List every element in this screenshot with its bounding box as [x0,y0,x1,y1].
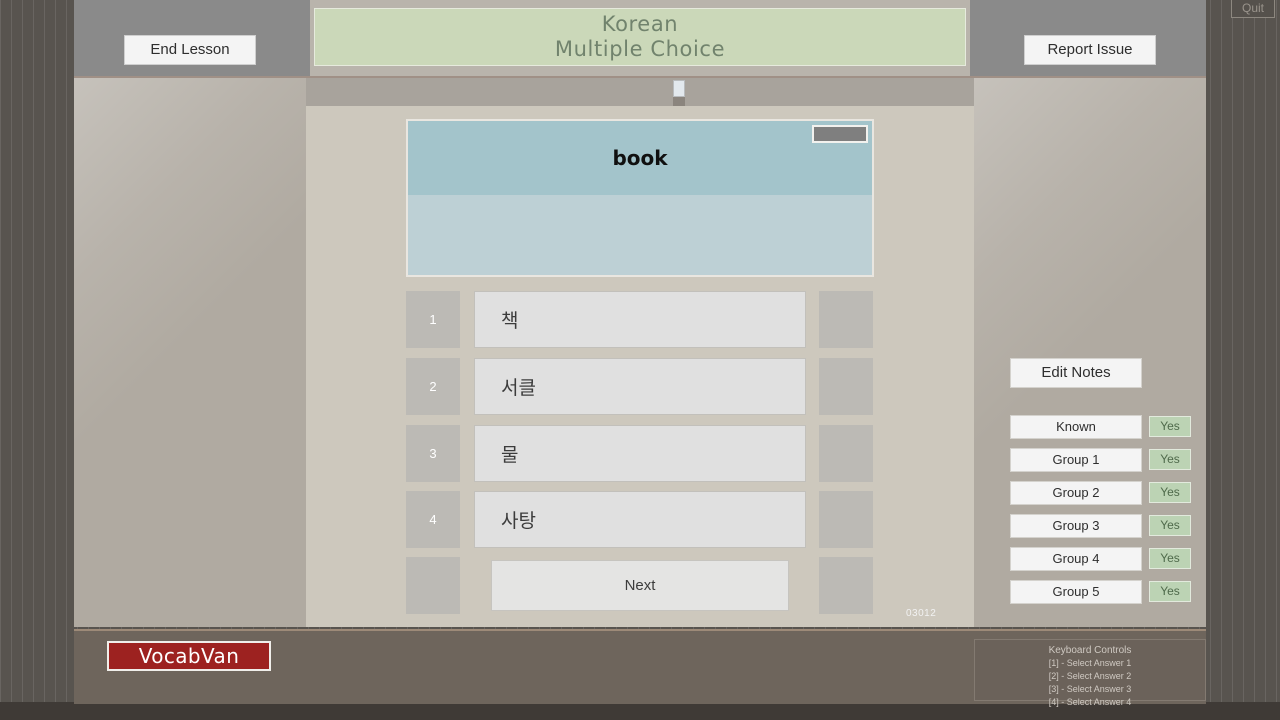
answer-option-1-text: 책 [501,310,519,332]
group-row-4: Group 4 Yes [1010,547,1191,571]
group-state-3[interactable]: Yes [1149,515,1191,536]
answer-option-2-text: 서클 [501,377,536,399]
footer-bar: VocabVan Keyboard Controls [1] - Select … [74,629,1206,707]
app-logo[interactable]: VocabVan [107,641,271,671]
group-state-2[interactable]: Yes [1149,482,1191,503]
keyboard-shortcut-4: [4] - Select Answer 4 [1048,697,1132,707]
answer-row-3: 3 물 [306,425,974,482]
group-button-1[interactable]: Group 1 [1010,448,1142,472]
group-button-3[interactable]: Group 3 [1010,514,1142,538]
group-state-2-label: Yes [1160,485,1180,499]
answer-number-4-label: 4 [429,512,437,527]
keyboard-controls-panel: Keyboard Controls [1] - Select Answer 1 … [974,639,1206,707]
keyboard-shortcut-1: [1] - Select Answer 1 [1048,658,1132,668]
answer-number-2: 2 [406,358,460,415]
next-row-right-box [819,557,873,614]
card-id-label: 03012 [906,608,937,619]
answer-option-4[interactable]: 사탕 [474,491,806,548]
group-state-known-label: Yes [1160,419,1180,433]
group-state-1-label: Yes [1160,452,1180,466]
group-button-5-label: Group 5 [1052,584,1100,599]
group-button-4[interactable]: Group 4 [1010,547,1142,571]
answer-option-2[interactable]: 서클 [474,358,806,415]
group-row-3: Group 3 Yes [1010,514,1191,538]
answer-row-1: 1 책 [306,291,974,348]
quit-button[interactable]: Quit [1231,0,1275,18]
prompt-card-top: book [408,121,872,195]
answer-option-4-text: 사탕 [501,510,536,532]
answer-option-3[interactable]: 물 [474,425,806,482]
next-button-label: Next [624,577,656,594]
left-side-panel [74,78,306,627]
answer-side-box-1 [819,291,873,348]
group-button-1-label: Group 1 [1052,452,1100,467]
answer-option-1[interactable]: 책 [474,291,806,348]
group-row-known: Known Yes [1010,415,1191,439]
group-state-known[interactable]: Yes [1149,416,1191,437]
answer-number-3-label: 3 [429,446,437,461]
app-logo-label: VocabVan [138,644,240,668]
answer-number-1-label: 1 [429,312,437,327]
audio-play-button[interactable] [812,125,868,143]
group-state-5-label: Yes [1160,584,1180,598]
group-button-2[interactable]: Group 2 [1010,481,1142,505]
group-button-known[interactable]: Known [1010,415,1142,439]
keyboard-controls-title: Keyboard Controls [1048,645,1132,656]
answer-number-2-label: 2 [429,379,437,394]
edit-notes-label: Edit Notes [1041,364,1111,381]
group-state-4-label: Yes [1160,551,1180,565]
keyboard-shortcut-3: [3] - Select Answer 3 [1048,684,1132,694]
answer-row-2: 2 서클 [306,358,974,415]
header-center-panel: Korean Multiple Choice [310,0,970,76]
report-issue-label: Report Issue [1047,41,1133,58]
group-state-4[interactable]: Yes [1149,548,1191,569]
answer-side-box-3 [819,425,873,482]
answer-side-box-2 [819,358,873,415]
prompt-card: book [406,119,874,277]
report-issue-button[interactable]: Report Issue [1024,35,1156,65]
lesson-content-panel: book 1 책 2 서클 3 물 4 사탕 Next 03012 [306,78,974,627]
lesson-title-language: Korean [601,12,679,36]
group-state-3-label: Yes [1160,518,1180,532]
answer-option-3-text: 물 [501,444,519,466]
end-lesson-label: End Lesson [150,41,230,58]
progress-handle-shadow [673,97,685,106]
prompt-card-bottom [408,195,872,275]
answer-number-1: 1 [406,291,460,348]
next-row-left-box [406,557,460,614]
answer-row-4: 4 사탕 [306,491,974,548]
next-button[interactable]: Next [491,560,789,611]
group-button-5[interactable]: Group 5 [1010,580,1142,604]
lesson-progress-bar[interactable] [306,78,974,106]
right-side-panel: Edit Notes Known Yes Group 1 Yes Group 2… [974,78,1206,627]
answer-side-box-4 [819,491,873,548]
end-lesson-button[interactable]: End Lesson [124,35,256,65]
quit-button-label: Quit [1241,1,1264,15]
lesson-title-mode: Multiple Choice [554,37,726,61]
lesson-title: Korean Multiple Choice [314,8,966,66]
group-button-2-label: Group 2 [1052,485,1100,500]
group-button-3-label: Group 3 [1052,518,1100,533]
group-button-known-label: Known [1056,419,1096,434]
answer-number-4: 4 [406,491,460,548]
next-row: Next [306,557,974,614]
group-button-4-label: Group 4 [1052,551,1100,566]
progress-handle[interactable] [673,80,685,97]
edit-notes-button[interactable]: Edit Notes [1010,358,1142,388]
group-row-1: Group 1 Yes [1010,448,1191,472]
header-bar: Korean Multiple Choice End Lesson Report… [74,0,1206,78]
app-background: Quit Korean Multiple Choice End Lesson R… [0,0,1280,720]
keyboard-shortcut-2: [2] - Select Answer 2 [1048,671,1132,681]
group-row-5: Group 5 Yes [1010,580,1191,604]
group-state-1[interactable]: Yes [1149,449,1191,470]
answer-number-3: 3 [406,425,460,482]
prompt-word: book [612,146,668,170]
group-row-2: Group 2 Yes [1010,481,1191,505]
group-state-5[interactable]: Yes [1149,581,1191,602]
